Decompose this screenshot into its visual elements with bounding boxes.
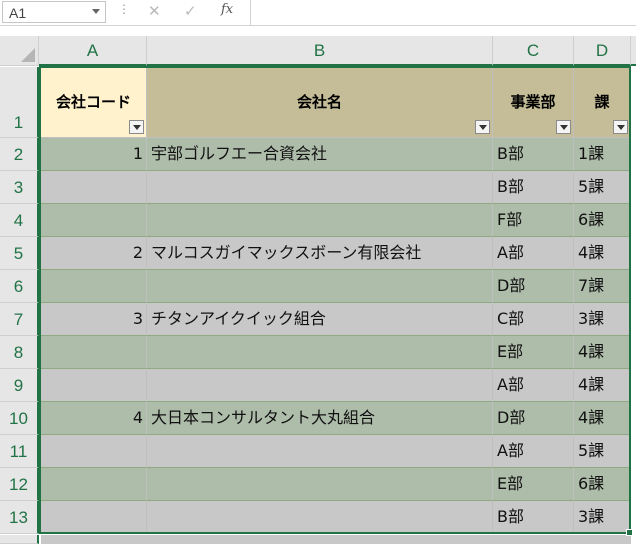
select-all-corner[interactable]: [0, 36, 39, 66]
cell-division[interactable]: A部: [493, 369, 574, 402]
filter-dropdown-icon[interactable]: [475, 120, 490, 134]
cell-company-name[interactable]: [147, 171, 493, 204]
cell-company-code[interactable]: [41, 435, 147, 468]
cell-section[interactable]: 6課: [574, 204, 631, 237]
cell-division[interactable]: B部: [493, 138, 574, 171]
header-company-name-label: 会社名: [296, 93, 342, 111]
cell-division[interactable]: B部: [493, 171, 574, 204]
cell-division[interactable]: E部: [493, 336, 574, 369]
column-header-a[interactable]: A: [39, 36, 147, 66]
formula-input[interactable]: [250, 0, 636, 25]
header-company-code-label: 会社コード: [55, 93, 131, 111]
column-header-d[interactable]: D: [574, 36, 631, 66]
filter-dropdown-icon[interactable]: [613, 120, 628, 134]
cell-section[interactable]: 4課: [574, 369, 631, 402]
row-header-5[interactable]: 5: [0, 237, 39, 270]
row-header-14[interactable]: [0, 535, 39, 544]
fill-handle[interactable]: [626, 529, 633, 536]
cell-division[interactable]: D部: [493, 270, 574, 303]
cell-company-code[interactable]: [41, 336, 147, 369]
row-header-2[interactable]: 2: [0, 138, 39, 171]
cell-section[interactable]: 5課: [574, 435, 631, 468]
row-header-3[interactable]: 3: [0, 171, 39, 204]
cell-section[interactable]: 3課: [574, 303, 631, 336]
cell-section[interactable]: 4課: [574, 336, 631, 369]
cell-section[interactable]: 6課: [574, 468, 631, 501]
cell-section[interactable]: 1課: [574, 138, 631, 171]
row-header-7[interactable]: 7: [0, 303, 39, 336]
select-all-triangle-icon: [21, 48, 35, 62]
cell-company-code[interactable]: [41, 270, 147, 303]
cell-company-name[interactable]: [147, 204, 493, 237]
header-company-code[interactable]: 会社コード: [41, 67, 147, 138]
header-division[interactable]: 事業部: [493, 67, 574, 138]
name-box[interactable]: A1: [2, 1, 106, 23]
cell-company-code[interactable]: 1: [41, 138, 147, 171]
row-header-11[interactable]: 11: [0, 435, 39, 468]
cell-company-code[interactable]: 4: [41, 402, 147, 435]
cell-company-name[interactable]: [147, 435, 493, 468]
row-header-6[interactable]: 6: [0, 270, 39, 303]
cell-section[interactable]: 3課: [574, 501, 631, 534]
row-header-1[interactable]: 1: [0, 67, 39, 138]
column-header-c[interactable]: C: [493, 36, 574, 66]
cell-section[interactable]: 4課: [574, 237, 631, 270]
cell-company-name[interactable]: チタンアイクイック組合: [147, 303, 493, 336]
cell-division[interactable]: C部: [493, 303, 574, 336]
cell-company-code[interactable]: 3: [41, 303, 147, 336]
cell-company-name[interactable]: 宇部ゴルフエー合資会社: [147, 138, 493, 171]
header-division-label: 事業部: [510, 93, 556, 111]
chevron-down-icon[interactable]: [92, 9, 100, 14]
cell-section[interactable]: 4課: [574, 402, 631, 435]
cell-division[interactable]: B部: [493, 501, 574, 534]
partial-row-14: [41, 535, 631, 544]
cell-company-name[interactable]: [147, 369, 493, 402]
cell-company-code[interactable]: [41, 501, 147, 534]
cell-company-name[interactable]: [147, 270, 493, 303]
cell-company-name[interactable]: [147, 336, 493, 369]
cell-company-name[interactable]: マルコスガイマックスボーン有限会社: [147, 237, 493, 270]
cell-company-name[interactable]: [147, 468, 493, 501]
cell-company-code[interactable]: 2: [41, 237, 147, 270]
column-header-b[interactable]: B: [147, 36, 493, 66]
row-header-4[interactable]: 4: [0, 204, 39, 237]
formula-bar: A1 ⋮ ✕ ✓ fx: [0, 0, 636, 26]
cell-company-code[interactable]: [41, 369, 147, 402]
header-section-label: 課: [594, 93, 610, 111]
cell-division[interactable]: D部: [493, 402, 574, 435]
more-options-icon[interactable]: ⋮: [118, 3, 130, 15]
cell-section[interactable]: 7課: [574, 270, 631, 303]
row-header-9[interactable]: 9: [0, 369, 39, 402]
filter-dropdown-icon[interactable]: [556, 120, 571, 134]
cell-division[interactable]: A部: [493, 435, 574, 468]
cell-company-code[interactable]: [41, 204, 147, 237]
row-header-13[interactable]: 13: [0, 501, 39, 534]
cell-division[interactable]: E部: [493, 468, 574, 501]
cell-company-code[interactable]: [41, 468, 147, 501]
column-header-e[interactable]: [631, 36, 636, 66]
row-header-12[interactable]: 12: [0, 468, 39, 501]
cell-division[interactable]: F部: [493, 204, 574, 237]
insert-function-icon[interactable]: fx: [221, 2, 233, 17]
header-section[interactable]: 課: [574, 67, 631, 138]
enter-check-icon[interactable]: ✓: [184, 2, 197, 20]
row-header-10[interactable]: 10: [0, 402, 39, 435]
cell-company-name[interactable]: [147, 501, 493, 534]
cell-company-code[interactable]: [41, 171, 147, 204]
name-box-value: A1: [9, 5, 27, 21]
cell-division[interactable]: A部: [493, 237, 574, 270]
header-company-name[interactable]: 会社名: [147, 67, 493, 138]
cancel-icon[interactable]: ✕: [148, 2, 161, 20]
cell-company-name[interactable]: 大日本コンサルタント大丸組合: [147, 402, 493, 435]
cell-section[interactable]: 5課: [574, 171, 631, 204]
row-header-8[interactable]: 8: [0, 336, 39, 369]
filter-dropdown-icon[interactable]: [129, 120, 144, 134]
